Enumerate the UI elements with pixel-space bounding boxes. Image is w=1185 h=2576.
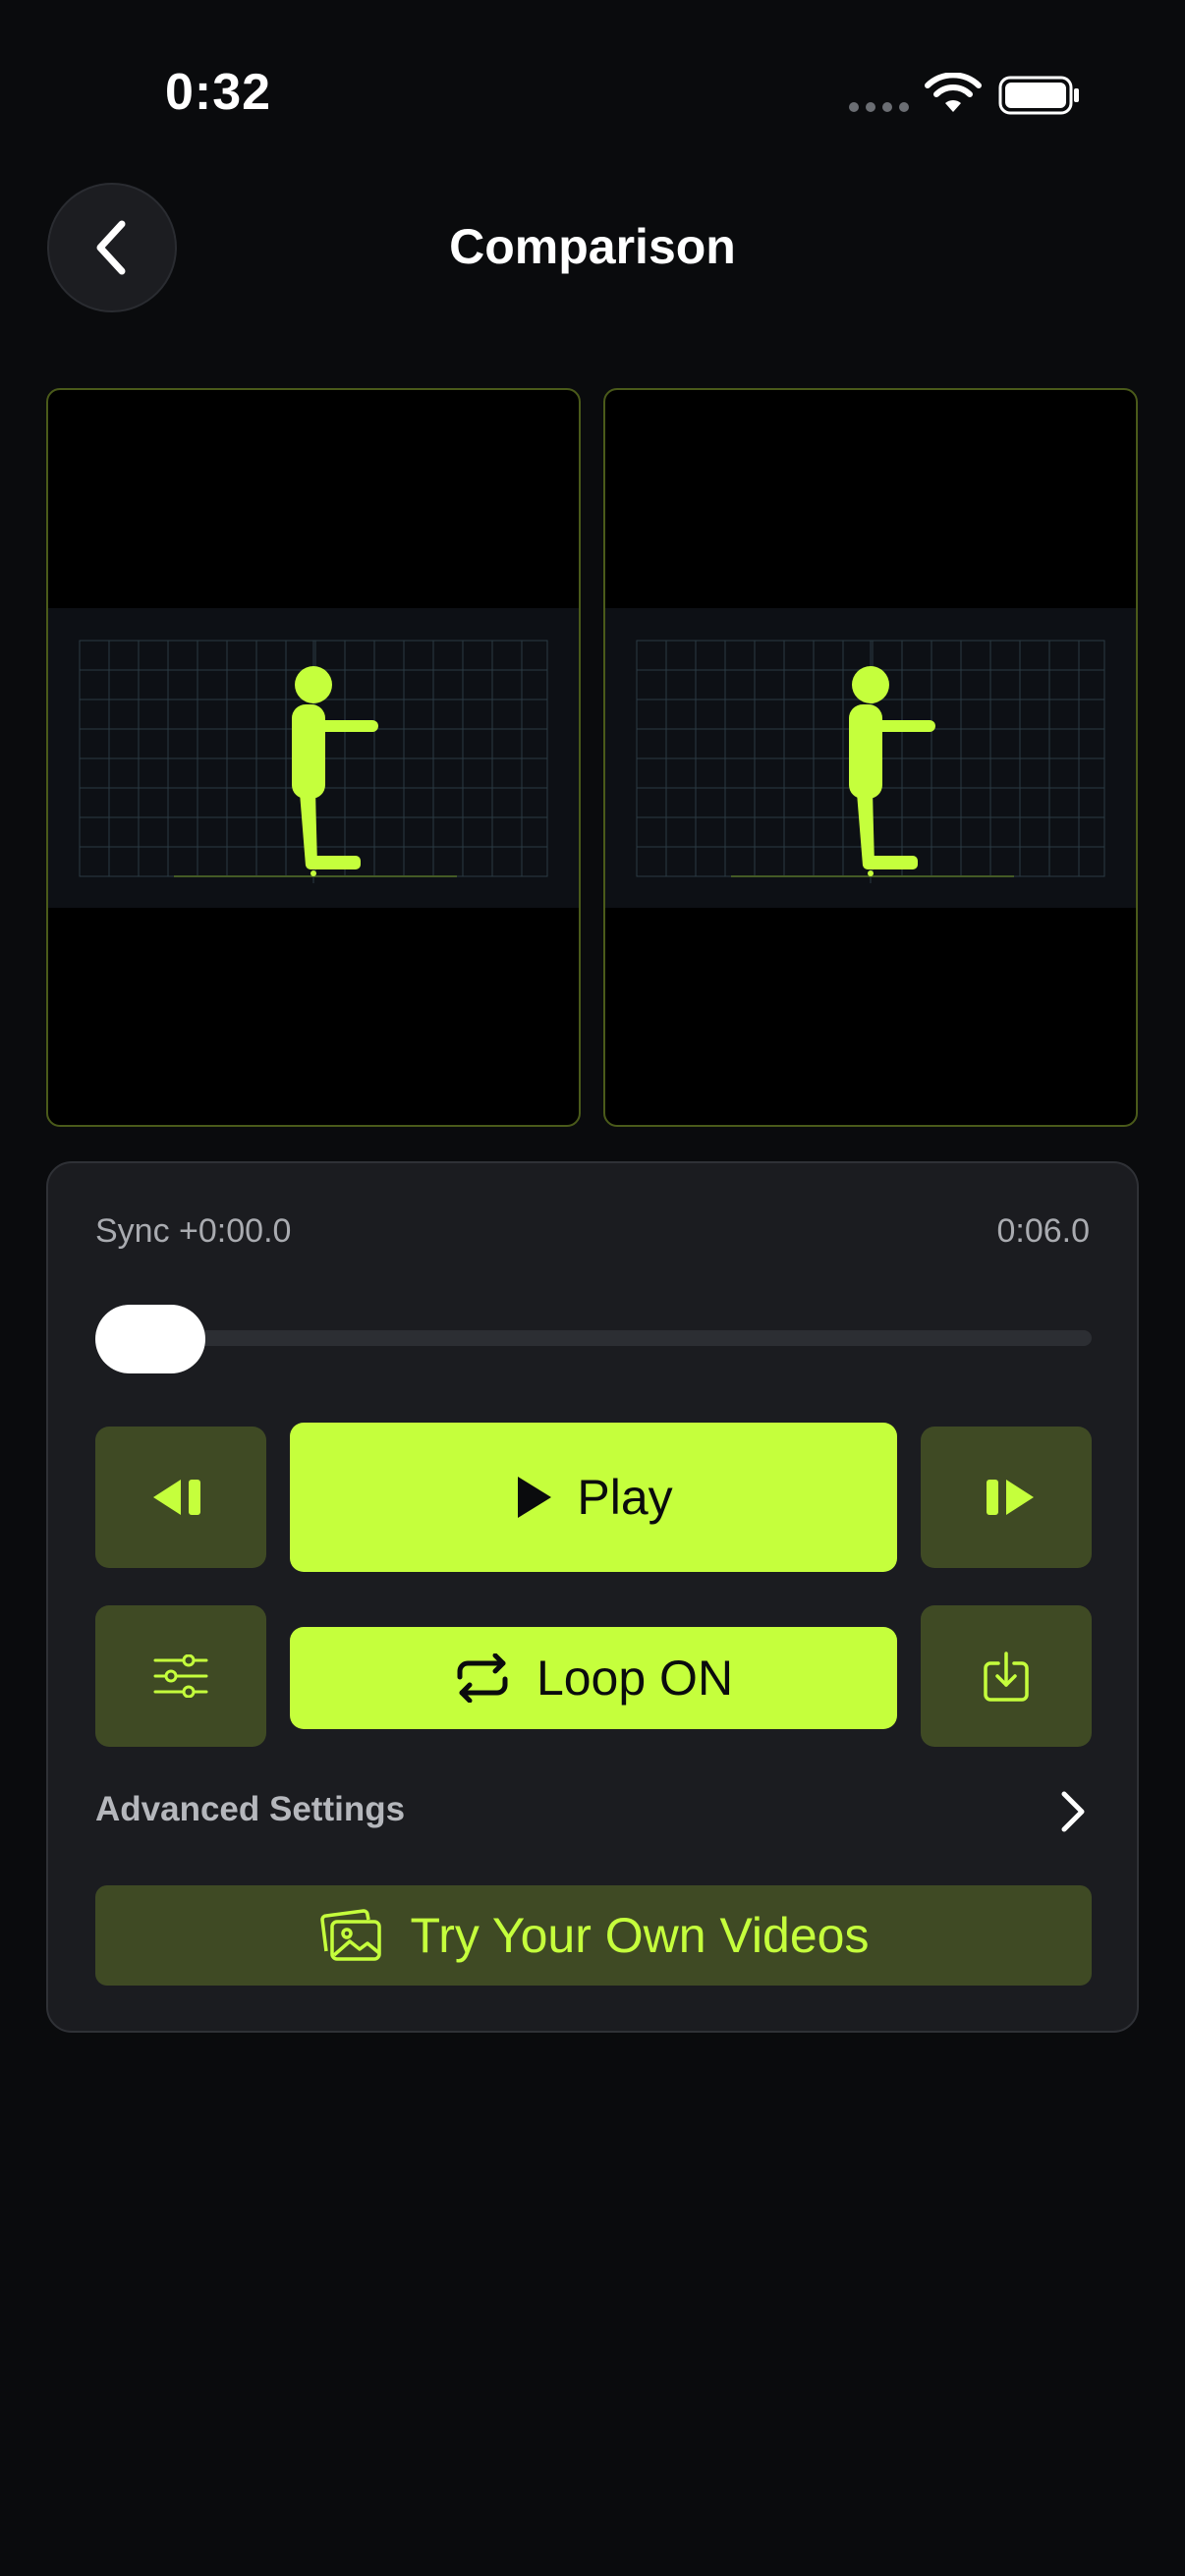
play-label: Play — [577, 1470, 673, 1525]
save-to-device-button[interactable] — [921, 1605, 1092, 1747]
sliders-icon — [153, 1654, 208, 1698]
status-time: 0:32 — [165, 64, 272, 121]
stick-figure — [849, 666, 935, 876]
try-your-own-videos-label: Try Your Own Videos — [410, 1908, 870, 1963]
scrubber-thumb[interactable] — [95, 1305, 205, 1373]
page-title: Comparison — [449, 219, 736, 274]
play-button[interactable]: Play — [290, 1423, 897, 1572]
repeat-icon — [457, 1653, 508, 1703]
loop-label: Loop ON — [536, 1651, 734, 1706]
cellular-signal-icon — [849, 102, 909, 112]
try-your-own-videos-button[interactable]: Try Your Own Videos — [95, 1885, 1092, 1986]
battery-icon — [998, 76, 1079, 115]
loop-toggle-button[interactable]: Loop ON — [290, 1627, 897, 1729]
video-scene — [48, 608, 579, 908]
step-back-button[interactable] — [95, 1427, 266, 1568]
sync-offset-label: Sync +0:00.0 — [95, 1212, 292, 1250]
chevron-right-icon — [1061, 1791, 1085, 1832]
duration-label: 0:06.0 — [996, 1212, 1090, 1250]
controls-card: Sync +0:00.0 0:06.0 Play Loop ON Advance… — [46, 1161, 1139, 2033]
advanced-settings-label: Advanced Settings — [95, 1790, 406, 1828]
step-forward-icon — [987, 1480, 1034, 1515]
advanced-settings-row[interactable]: Advanced Settings — [95, 1782, 1092, 1841]
stick-figure — [292, 666, 378, 876]
download-icon — [984, 1652, 1029, 1702]
play-icon — [518, 1477, 552, 1518]
step-back-icon — [153, 1480, 200, 1515]
step-forward-button[interactable] — [921, 1427, 1092, 1568]
status-bar: 0:32 — [0, 0, 1185, 187]
video-scene — [605, 608, 1136, 908]
wifi-icon — [925, 73, 982, 112]
photos-icon — [319, 1909, 381, 1961]
left-video-panel[interactable] — [46, 388, 581, 1127]
right-video-panel[interactable] — [603, 388, 1138, 1127]
scrubber-track[interactable] — [95, 1330, 1092, 1346]
sliders-button[interactable] — [95, 1605, 266, 1747]
